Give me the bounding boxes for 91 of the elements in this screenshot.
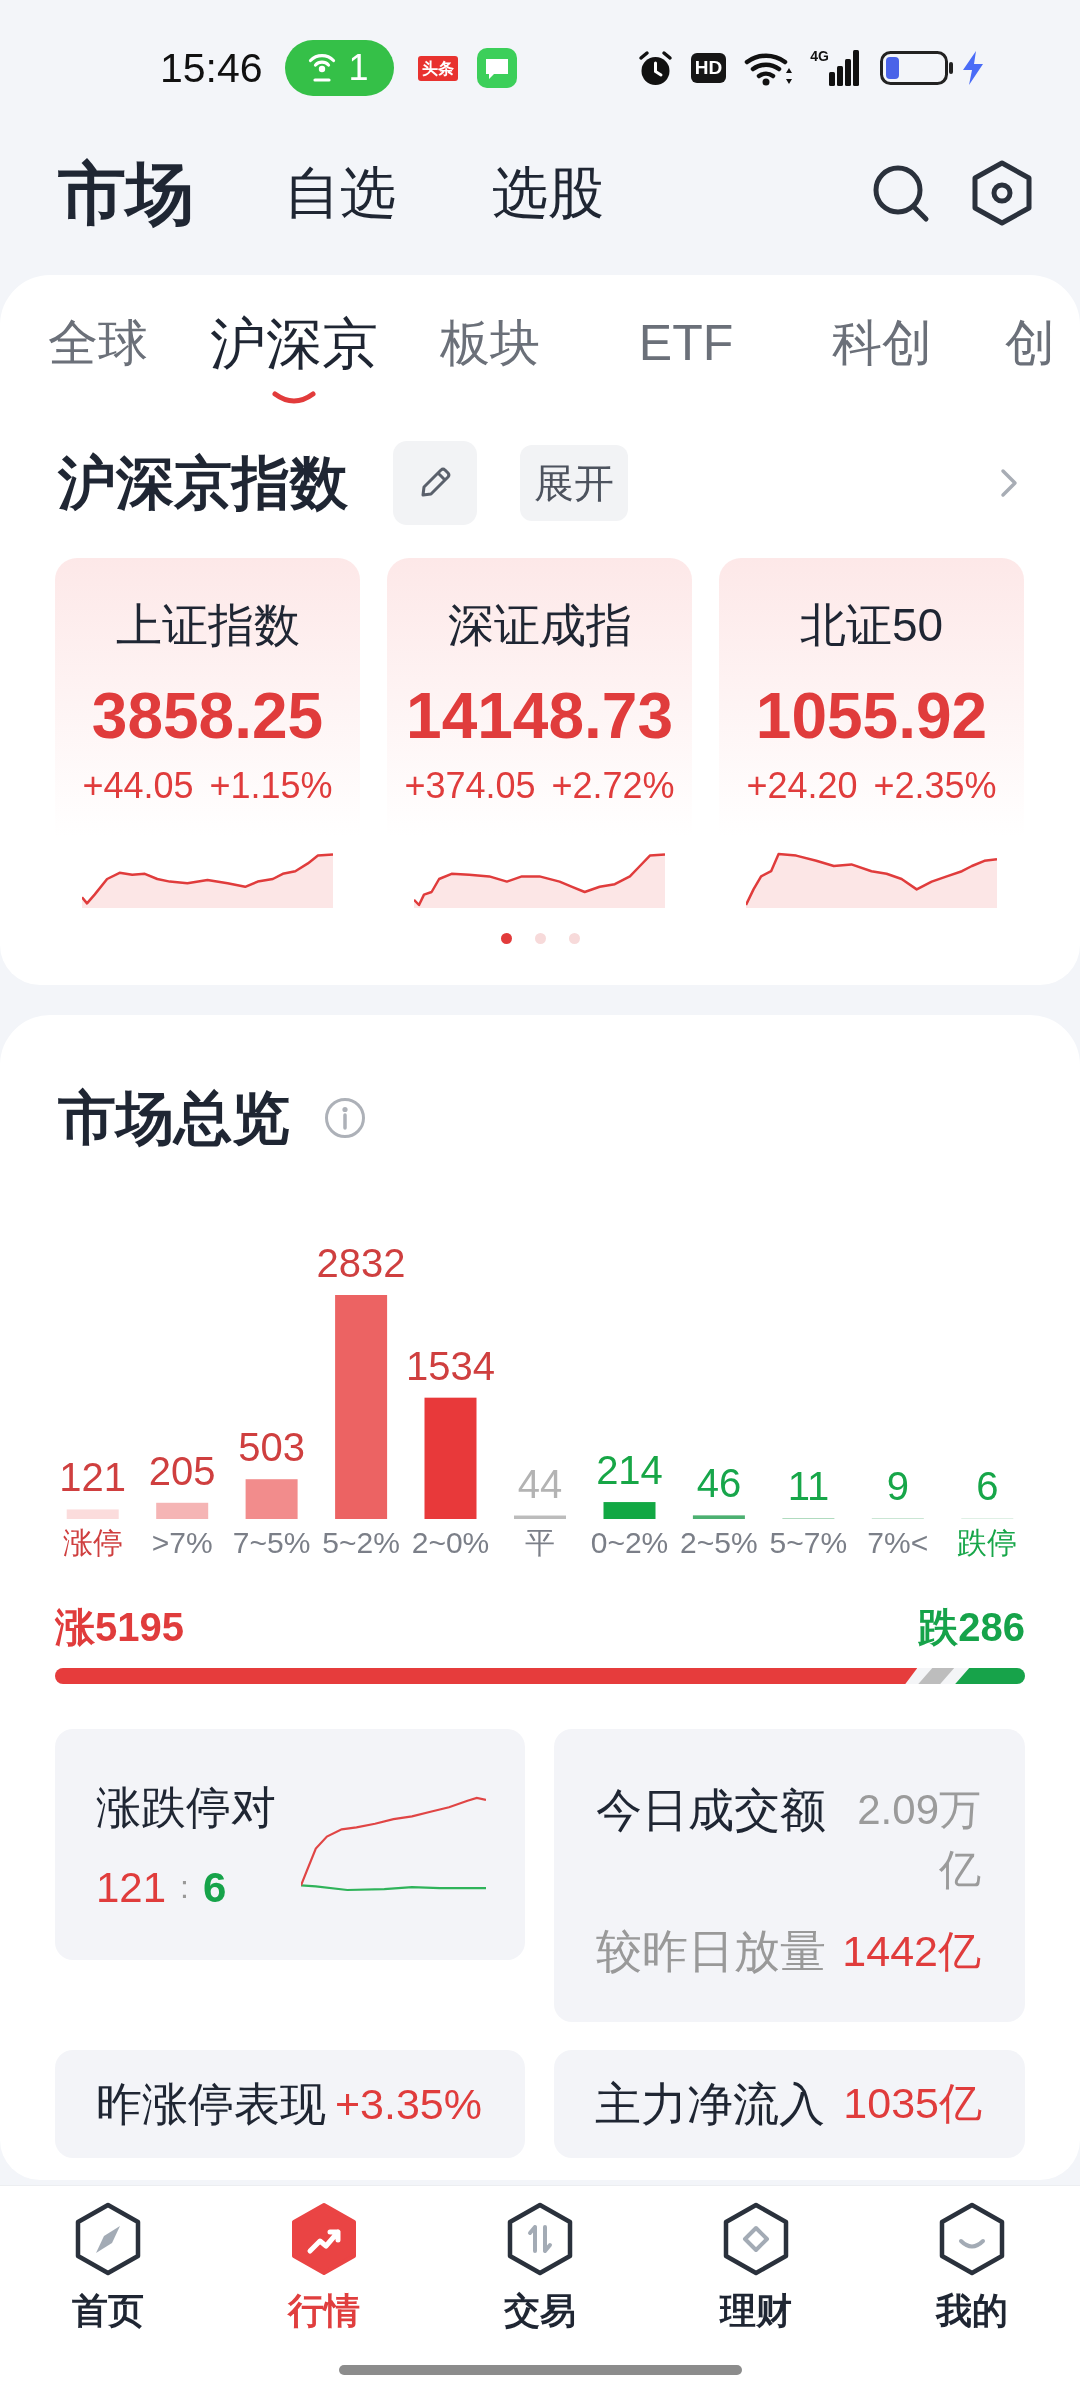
limit-down-count: 6 xyxy=(202,1863,227,1913)
count-label: 121 xyxy=(59,1455,127,1500)
range-label: 7~5% xyxy=(232,1526,311,1559)
nav-tab[interactable]: 我的 xyxy=(864,2186,1080,2334)
count-label: 6 xyxy=(976,1464,999,1508)
index-change: +374.05 xyxy=(404,764,536,807)
index-change: +24.20 xyxy=(746,764,858,807)
range-label: 5~7% xyxy=(769,1526,848,1559)
bar xyxy=(66,1509,119,1519)
stat-value: +3.35% xyxy=(334,2079,482,2129)
count-label: 44 xyxy=(517,1461,563,1506)
nav-tab[interactable]: 首页 xyxy=(0,2186,216,2334)
range-label: 涨停 xyxy=(62,1526,123,1559)
index-change-percent: +2.35% xyxy=(873,764,997,807)
expand-button[interactable]: 展开 xyxy=(520,445,628,521)
count-label: 46 xyxy=(696,1461,742,1506)
fall-total: 跌286 xyxy=(918,1604,1025,1651)
battery-icon xyxy=(880,51,954,85)
range-label: 7%< xyxy=(867,1526,929,1559)
ratio-separator: : xyxy=(180,1868,189,1907)
turnover-card[interactable]: 今日成交额 2.09万亿 较昨日放量 1442亿 xyxy=(554,1729,1025,2022)
index-change-percent: +1.15% xyxy=(209,764,333,807)
signal-icon xyxy=(829,50,861,86)
stat-card[interactable]: 昨涨停表现 +3.35% xyxy=(55,2050,525,2158)
hd-indicator: HD xyxy=(690,53,727,83)
market-tab[interactable]: 全球 xyxy=(0,310,196,377)
index-name: 深证成指 xyxy=(447,598,632,653)
flat-share-segment xyxy=(918,1668,955,1684)
card-title: 昨涨停表现 xyxy=(96,2077,326,2132)
section-title: 沪深京指数 xyxy=(58,449,348,517)
bar xyxy=(603,1502,656,1519)
count-label: 503 xyxy=(238,1425,305,1470)
nav-tab[interactable]: 交易 xyxy=(432,2186,648,2334)
count-label: 2832 xyxy=(316,1241,406,1285)
range-label: 平 xyxy=(525,1526,555,1559)
nav-tab[interactable]: 行情 xyxy=(216,2186,432,2334)
bar xyxy=(156,1502,209,1519)
hotspot-count: 1 xyxy=(348,48,369,88)
count-label: 214 xyxy=(596,1448,663,1493)
market-tab[interactable]: 创 xyxy=(980,310,1080,377)
wifi-icon xyxy=(744,50,795,86)
market-tab[interactable]: ETF xyxy=(588,310,784,377)
card-title: 涨跌停对 xyxy=(96,1781,277,1835)
range-label: 2~0% xyxy=(411,1526,490,1559)
bar xyxy=(514,1515,566,1519)
count-label: 9 xyxy=(886,1464,909,1508)
network-type-label: 4G xyxy=(810,48,829,64)
index-name: 北证50 xyxy=(799,598,944,653)
alarm-icon xyxy=(636,49,674,87)
index-value: 3858.25 xyxy=(91,681,324,751)
stat-value: 1035亿 xyxy=(843,2078,982,2129)
edit-button[interactable] xyxy=(393,441,477,525)
card-title: 主力净流入 xyxy=(595,2077,825,2132)
comparison-label: 较昨日放量 xyxy=(596,1924,826,1979)
card-title: 今日成交额 xyxy=(596,1783,826,1838)
rise-total: 涨5195 xyxy=(55,1604,184,1651)
hotspot-icon xyxy=(306,53,337,83)
bar xyxy=(692,1515,745,1519)
header-tab[interactable]: 选股 xyxy=(492,157,604,228)
range-label: >7% xyxy=(151,1526,213,1559)
news-app-badge: 头条 xyxy=(417,55,458,81)
index-change-percent: +2.72% xyxy=(551,764,675,807)
nav-tab[interactable]: 理财 xyxy=(648,2186,864,2334)
limit-ratio-card[interactable]: 涨跌停对 121 : 6 xyxy=(55,1729,525,1960)
count-label: 1534 xyxy=(406,1343,495,1388)
range-label: 5~2% xyxy=(322,1526,400,1559)
charging-icon xyxy=(961,51,985,85)
count-label: 205 xyxy=(148,1448,216,1493)
index-change: +44.05 xyxy=(82,764,194,807)
range-label: 跌停 xyxy=(957,1526,1018,1559)
market-tab[interactable]: 科创 xyxy=(784,310,980,377)
index-value: 1055.92 xyxy=(755,681,988,751)
count-label: 11 xyxy=(787,1464,830,1508)
header-tab[interactable]: 市场 xyxy=(58,157,194,228)
index-value: 14148.73 xyxy=(406,681,673,751)
limit-up-count: 121 xyxy=(96,1863,167,1913)
chat-app-icon xyxy=(476,48,517,88)
bar xyxy=(245,1479,298,1519)
market-tab[interactable]: 沪深京 xyxy=(196,310,392,404)
stat-card[interactable]: 主力净流入 1035亿 xyxy=(554,2050,1025,2158)
market-tab[interactable]: 板块 xyxy=(392,310,588,377)
section-title: 市场总览 xyxy=(58,1084,290,1152)
comparison-value: 1442亿 xyxy=(842,1926,981,1977)
status-time: 15:46 xyxy=(160,44,263,93)
range-label: 2~5% xyxy=(680,1526,758,1559)
header-tab[interactable]: 自选 xyxy=(284,157,396,228)
turnover-value: 2.09万亿 xyxy=(856,1785,981,1895)
tab-underline-icon xyxy=(272,391,316,404)
index-name: 上证指数 xyxy=(115,598,300,653)
settings-icon[interactable] xyxy=(971,159,1033,226)
range-label: 0~2% xyxy=(590,1526,669,1559)
